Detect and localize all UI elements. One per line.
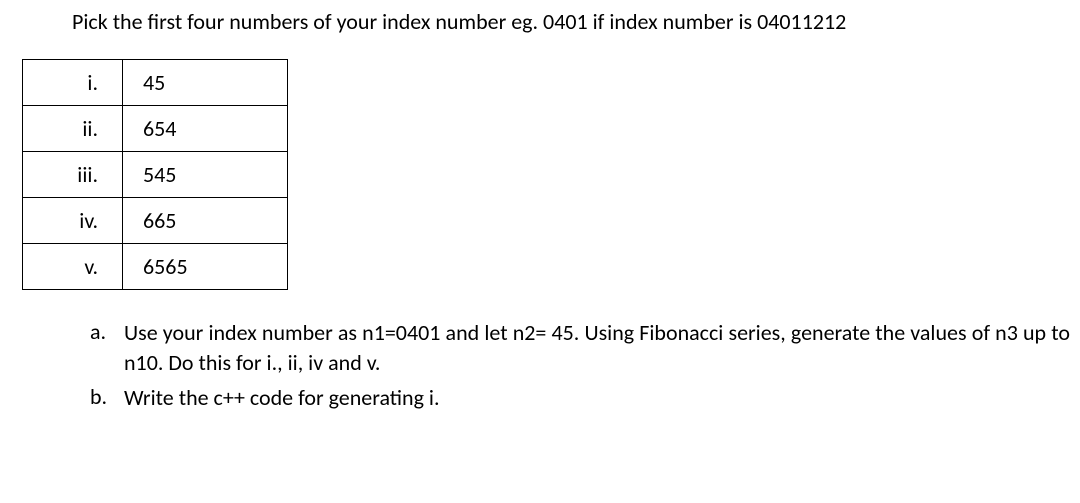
row-value: 654 [123, 106, 288, 152]
row-label: iii. [23, 152, 123, 198]
row-label: ii. [23, 106, 123, 152]
table-row: ii. 654 [23, 106, 288, 152]
table-row: iv. 665 [23, 198, 288, 244]
list-item: a. Use your index number as n1=0401 and … [90, 318, 1070, 377]
list-item: b. Write the c++ code for generating i. [90, 383, 1070, 413]
question-text: Write the c++ code for generating i. [124, 383, 1070, 413]
list-marker: b. [90, 383, 124, 413]
row-value: 545 [123, 152, 288, 198]
row-value: 6565 [123, 244, 288, 290]
values-table-container: i. 45 ii. 654 iii. 545 iv. 665 v. 6565 [22, 59, 1080, 290]
table-row: i. 45 [23, 60, 288, 106]
list-marker: a. [90, 318, 124, 377]
table-row: iii. 545 [23, 152, 288, 198]
instruction-text: Pick the first four numbers of your inde… [72, 8, 1080, 35]
row-label: i. [23, 60, 123, 106]
row-value: 45 [123, 60, 288, 106]
question-text: Use your index number as n1=0401 and let… [124, 318, 1070, 377]
questions-list: a. Use your index number as n1=0401 and … [90, 318, 1070, 413]
table-row: v. 6565 [23, 244, 288, 290]
row-value: 665 [123, 198, 288, 244]
row-label: iv. [23, 198, 123, 244]
row-label: v. [23, 244, 123, 290]
values-table: i. 45 ii. 654 iii. 545 iv. 665 v. 6565 [22, 59, 288, 290]
